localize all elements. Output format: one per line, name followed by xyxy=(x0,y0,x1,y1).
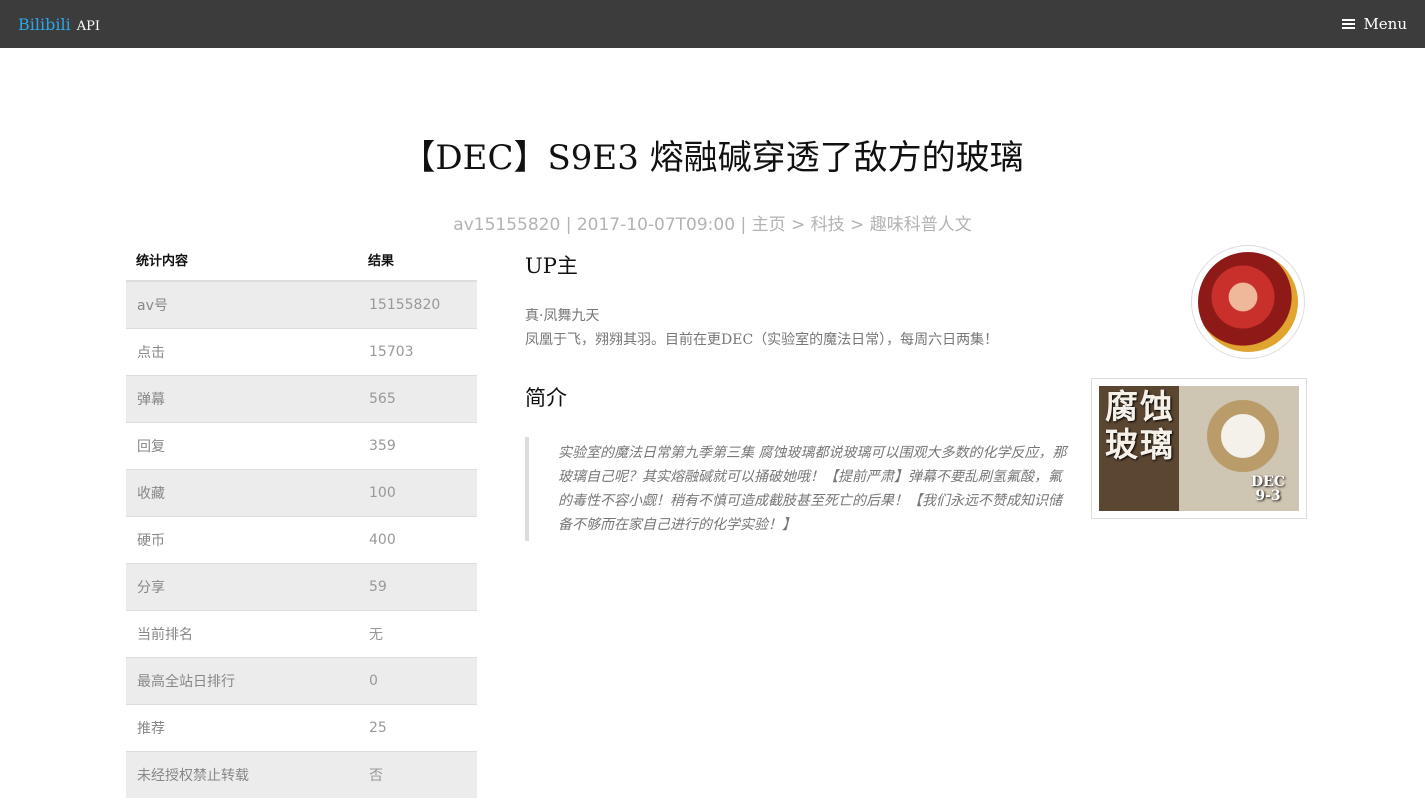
video-cover-frame[interactable]: 腐蚀玻璃 DEC 9-3 xyxy=(1091,378,1307,519)
stat-label: 收藏 xyxy=(126,469,358,517)
stat-value: 0 xyxy=(358,657,477,705)
stat-label: 弹幕 xyxy=(126,375,358,423)
cover-tag-series: DEC xyxy=(1251,474,1285,490)
stat-label: 点击 xyxy=(126,328,358,376)
brand-name: Bilibili xyxy=(18,14,71,34)
up-avatar-frame[interactable] xyxy=(1191,245,1305,359)
intro-quote: 实验室的魔法日常第九季第三集 腐蚀玻璃都说玻璃可以围观大多数的化学反应，那玻璃自… xyxy=(525,437,1071,541)
table-row: 收藏 100 xyxy=(126,469,477,517)
table-row: 分享 59 xyxy=(126,563,477,611)
stat-value: 25 xyxy=(358,704,477,752)
stat-value: 100 xyxy=(358,469,477,517)
breadcrumb-subcategory-link[interactable]: 趣味科普人文 xyxy=(870,215,972,235)
stat-value: 否 xyxy=(358,751,477,798)
hamburger-icon xyxy=(1342,19,1356,29)
cover-episode-tag: DEC 9-3 xyxy=(1251,475,1285,503)
table-row: 未经授权禁止转载 否 xyxy=(126,751,477,798)
up-heading: UP主 xyxy=(525,254,578,278)
video-meta: av15155820 | 2017-10-07T09:00 | 主页 > 科技 … xyxy=(0,210,1425,235)
video-title: 【DEC】S9E3 熔融碱穿透了敌方的玻璃 xyxy=(401,138,1024,178)
stats-header-row: 统计内容 结果 xyxy=(126,238,477,282)
stat-value: 400 xyxy=(358,516,477,564)
brand-link[interactable]: Bilibili API xyxy=(18,15,100,34)
av-number: av15155820 xyxy=(453,215,561,235)
table-row: 点击 15703 xyxy=(126,328,477,376)
stat-label: 最高全站日排行 xyxy=(126,657,358,705)
table-row: 最高全站日排行 0 xyxy=(126,657,477,705)
table-row: 弹幕 565 xyxy=(126,375,477,423)
meta-separator: | xyxy=(740,215,747,235)
menu-label: Menu xyxy=(1363,15,1407,33)
stat-label: 回复 xyxy=(126,422,358,470)
cover-glass-ring xyxy=(1207,400,1279,472)
stats-header-result: 结果 xyxy=(358,238,477,282)
stat-label: 当前排名 xyxy=(126,610,358,658)
intro-heading: 简介 xyxy=(525,386,567,410)
table-row: 推荐 25 xyxy=(126,704,477,752)
table-row: 回复 359 xyxy=(126,422,477,470)
stat-label: 推荐 xyxy=(126,704,358,752)
stat-value: 359 xyxy=(358,422,477,470)
table-row: 当前排名 无 xyxy=(126,610,477,658)
table-row: 硬币 400 xyxy=(126,516,477,564)
stat-value: 15703 xyxy=(358,328,477,376)
breadcrumb-category-link[interactable]: 科技 xyxy=(811,215,845,235)
stat-label: av号 xyxy=(126,280,358,329)
menu-button[interactable]: Menu xyxy=(1342,15,1407,33)
stat-value: 59 xyxy=(358,563,477,611)
stat-value: 无 xyxy=(358,610,477,658)
avatar xyxy=(1198,252,1298,352)
intro-text: 实验室的魔法日常第九季第三集 腐蚀玻璃都说玻璃可以围观大多数的化学反应，那玻璃自… xyxy=(558,445,1067,533)
stat-value: 565 xyxy=(358,375,477,423)
cover-title-text: 腐蚀玻璃 xyxy=(1105,387,1175,464)
cover-tag-episode: 9-3 xyxy=(1255,488,1281,504)
stats-header-item: 统计内容 xyxy=(126,238,358,282)
up-name: 真·凤舞九天 xyxy=(525,308,600,324)
meta-separator: | xyxy=(565,215,572,235)
stat-label: 硬币 xyxy=(126,516,358,564)
breadcrumb-arrow: > xyxy=(850,215,865,235)
stats-table: 统计内容 结果 av号 15155820 点击 15703 弹幕 565 回复 … xyxy=(126,238,477,798)
breadcrumb-home-link[interactable]: 主页 xyxy=(752,215,786,235)
up-description: 凤凰于飞，翙翙其羽。目前在更DEC（实验室的魔法日常），每周六日两集！ xyxy=(525,332,999,348)
brand-subtitle: API xyxy=(76,18,100,34)
stat-label: 分享 xyxy=(126,563,358,611)
table-row: av号 15155820 xyxy=(126,280,477,329)
stat-value: 15155820 xyxy=(358,280,477,329)
top-navbar: Bilibili API Menu xyxy=(0,0,1425,48)
stat-label: 未经授权禁止转载 xyxy=(126,751,358,798)
publish-datetime: 2017-10-07T09:00 xyxy=(576,215,736,235)
video-cover-image: 腐蚀玻璃 DEC 9-3 xyxy=(1099,386,1299,511)
breadcrumb-arrow: > xyxy=(790,215,806,235)
